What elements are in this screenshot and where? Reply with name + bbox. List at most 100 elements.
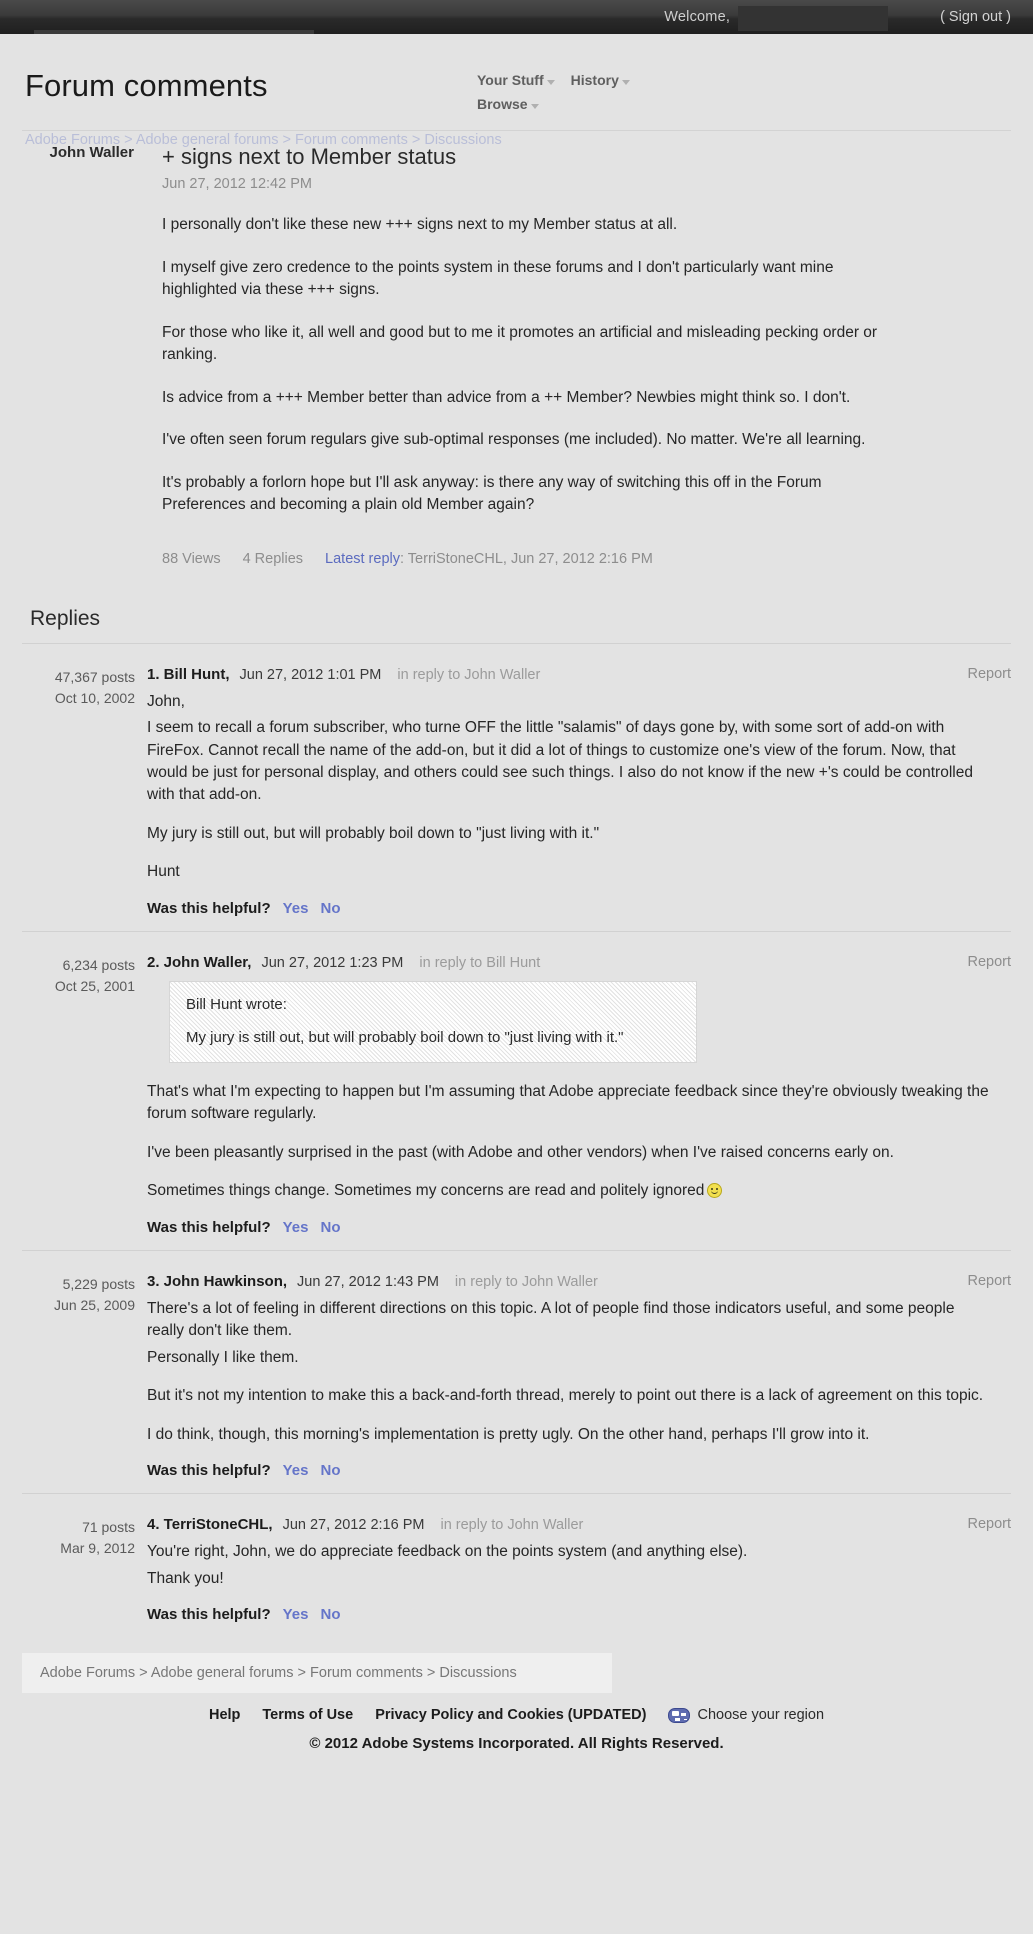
reply-paragraph: I seem to recall a forum subscriber, who… bbox=[147, 719, 973, 804]
chevron-down-icon bbox=[530, 103, 539, 109]
reply-header: 2. John Waller, Jun 27, 2012 1:23 PM in … bbox=[147, 954, 991, 971]
op-paragraph: I've often seen forum regulars give sub-… bbox=[162, 431, 866, 449]
helpful-yes-link[interactable]: Yes bbox=[283, 900, 309, 917]
reply-item: 47,367 posts Oct 10, 2002 1. Bill Hunt, … bbox=[22, 644, 1011, 931]
reply-author[interactable]: 2. John Waller, bbox=[147, 954, 251, 971]
reply-timestamp: Jun 27, 2012 1:01 PM bbox=[239, 666, 382, 683]
report-link[interactable]: Report bbox=[967, 666, 1011, 682]
top-navigation: Your Stuff History Browse bbox=[477, 72, 727, 120]
reply-timestamp: Jun 27, 2012 2:16 PM bbox=[282, 1517, 425, 1534]
helpful-label: Was this helpful? bbox=[147, 899, 271, 917]
reply-body: There's a lot of feeling in different di… bbox=[147, 1298, 991, 1446]
latest-reply-value: : TerriStoneCHL, Jun 27, 2012 2:16 PM bbox=[400, 550, 653, 567]
reply-paragraph: John, bbox=[147, 692, 185, 710]
latest-reply-link[interactable]: Latest reply bbox=[325, 551, 400, 567]
header-divider bbox=[22, 130, 1011, 131]
original-post-author[interactable]: John Waller bbox=[42, 144, 134, 163]
chevron-down-icon bbox=[621, 79, 630, 85]
reply-header: 4. TerriStoneCHL, Jun 27, 2012 2:16 PM i… bbox=[147, 1516, 991, 1533]
nav-item-browse[interactable]: Browse bbox=[477, 96, 539, 112]
reply-item: 5,229 posts Jun 25, 2009 3. John Hawkins… bbox=[22, 1249, 1011, 1493]
nav-label-your-stuff: Your Stuff bbox=[477, 72, 544, 88]
reply-in-reply-to: in reply to John Waller bbox=[440, 1517, 584, 1534]
reply-paragraph: There's a lot of feeling in different di… bbox=[147, 1299, 955, 1340]
page-container: Forum comments Adobe Forums > Adobe gene… bbox=[0, 34, 1033, 1752]
reply-paragraph: Personally I like them. bbox=[147, 1348, 299, 1366]
footer-link-privacy-policy[interactable]: Privacy Policy and Cookies (UPDATED) bbox=[375, 1707, 646, 1723]
nav-item-your-stuff[interactable]: Your Stuff bbox=[477, 72, 555, 88]
page-title: Forum comments bbox=[25, 68, 268, 103]
reply-body: That's what I'm expecting to happen but … bbox=[147, 1081, 991, 1203]
reply-author-stats: 71 posts Mar 9, 2012 bbox=[22, 1516, 147, 1623]
latest-reply-info: Latest reply: TerriStoneCHL, Jun 27, 201… bbox=[325, 551, 653, 567]
reply-author-stats: 47,367 posts Oct 10, 2002 bbox=[22, 666, 147, 917]
reply-paragraph: That's what I'm expecting to happen but … bbox=[147, 1082, 989, 1123]
reply-header: 3. John Hawkinson, Jun 27, 2012 1:43 PM … bbox=[147, 1273, 991, 1290]
page-header: Forum comments Adobe Forums > Adobe gene… bbox=[22, 34, 1011, 148]
choose-region-label: Choose your region bbox=[697, 1707, 825, 1724]
helpful-no-link[interactable]: No bbox=[321, 1462, 341, 1479]
member-since: Oct 25, 2001 bbox=[54, 977, 135, 994]
reply-header: 1. Bill Hunt, Jun 27, 2012 1:01 PM in re… bbox=[147, 666, 991, 683]
reply-paragraph: I've been pleasantly surprised in the pa… bbox=[147, 1143, 894, 1161]
helpful-widget: Was this helpful? Yes No bbox=[147, 900, 991, 917]
post-count: 5,229 posts bbox=[62, 1275, 135, 1292]
op-paragraph: I personally don't like these new +++ si… bbox=[162, 216, 678, 234]
reply-paragraph: Thank you! bbox=[147, 1569, 224, 1587]
thread-date: Jun 27, 2012 12:42 PM bbox=[162, 176, 312, 193]
sign-out-link[interactable]: ( Sign out ) bbox=[940, 9, 1011, 25]
footer-links: Help Terms of Use Privacy Policy and Coo… bbox=[22, 1707, 1011, 1723]
top-utility-bar: Welcome, ( Sign out ) bbox=[0, 0, 1033, 34]
nav-label-browse: Browse bbox=[477, 96, 528, 112]
reply-author-stats: 5,229 posts Jun 25, 2009 bbox=[22, 1273, 147, 1479]
reply-timestamp: Jun 27, 2012 1:43 PM bbox=[297, 1273, 439, 1290]
member-since: Jun 25, 2009 bbox=[54, 1296, 135, 1313]
op-paragraph: Is advice from a +++ Member better than … bbox=[162, 388, 851, 406]
reply-author[interactable]: 1. Bill Hunt, bbox=[147, 666, 230, 683]
breadcrumb-footer[interactable]: Adobe Forums > Adobe general forums > Fo… bbox=[22, 1653, 612, 1694]
reply-body: You're right, John, we do appreciate fee… bbox=[147, 1541, 991, 1590]
quote-author: Bill Hunt wrote: bbox=[186, 995, 287, 1013]
helpful-no-link[interactable]: No bbox=[321, 1219, 341, 1236]
thread-title: + signs next to Member status bbox=[162, 144, 457, 169]
helpful-no-link[interactable]: No bbox=[321, 900, 341, 917]
reply-author[interactable]: 4. TerriStoneCHL, bbox=[147, 1516, 273, 1533]
helpful-widget: Was this helpful? Yes No bbox=[147, 1219, 991, 1236]
helpful-widget: Was this helpful? Yes No bbox=[147, 1462, 991, 1479]
helpful-yes-link[interactable]: Yes bbox=[283, 1606, 309, 1623]
reply-item: 71 posts Mar 9, 2012 4. TerriStoneCHL, J… bbox=[22, 1493, 1011, 1637]
helpful-label: Was this helpful? bbox=[147, 1606, 271, 1624]
helpful-label: Was this helpful? bbox=[147, 1218, 271, 1236]
op-paragraph: It's probably a forlorn hope but I'll as… bbox=[162, 473, 822, 514]
report-link[interactable]: Report bbox=[967, 954, 1011, 970]
helpful-label: Was this helpful? bbox=[147, 1462, 271, 1480]
helpful-yes-link[interactable]: Yes bbox=[283, 1219, 309, 1236]
member-since: Mar 9, 2012 bbox=[60, 1540, 135, 1557]
nav-item-history[interactable]: History bbox=[571, 72, 630, 88]
view-count: 88 Views bbox=[162, 550, 221, 567]
helpful-yes-link[interactable]: Yes bbox=[283, 1462, 309, 1479]
post-count: 47,367 posts bbox=[54, 668, 135, 685]
report-link[interactable]: Report bbox=[967, 1516, 1011, 1532]
helpful-no-link[interactable]: No bbox=[321, 1606, 341, 1623]
reply-in-reply-to: in reply to John Waller bbox=[397, 666, 541, 683]
choose-region-link[interactable]: Choose your region bbox=[668, 1707, 824, 1723]
welcome-label: Welcome, bbox=[664, 9, 731, 25]
member-since: Oct 10, 2002 bbox=[54, 689, 135, 706]
reply-author-stats: 6,234 posts Oct 25, 2001 bbox=[22, 954, 147, 1236]
op-paragraph: I myself give zero credence to the point… bbox=[162, 258, 834, 299]
reply-in-reply-to: in reply to John Waller bbox=[454, 1273, 598, 1290]
footer-link-terms-of-use[interactable]: Terms of Use bbox=[262, 1707, 353, 1723]
quoted-text-block: Bill Hunt wrote: My jury is still out, b… bbox=[169, 980, 697, 1063]
footer-link-help[interactable]: Help bbox=[209, 1707, 240, 1723]
copyright-text: © 2012 Adobe Systems Incorporated. All R… bbox=[309, 1735, 724, 1753]
original-post: John Waller + signs next to Member statu… bbox=[22, 144, 1011, 567]
reply-paragraph: You're right, John, we do appreciate fee… bbox=[147, 1543, 748, 1561]
reply-timestamp: Jun 27, 2012 1:23 PM bbox=[261, 954, 404, 971]
original-post-body: I personally don't like these new +++ si… bbox=[162, 214, 891, 516]
reply-author[interactable]: 3. John Hawkinson, bbox=[147, 1273, 287, 1290]
reply-count: 4 Replies bbox=[242, 550, 304, 567]
thread-stats: 88 Views 4 Replies Latest reply: TerriSt… bbox=[162, 551, 891, 567]
report-link[interactable]: Report bbox=[967, 1273, 1011, 1289]
username-redacted-box bbox=[738, 6, 889, 31]
